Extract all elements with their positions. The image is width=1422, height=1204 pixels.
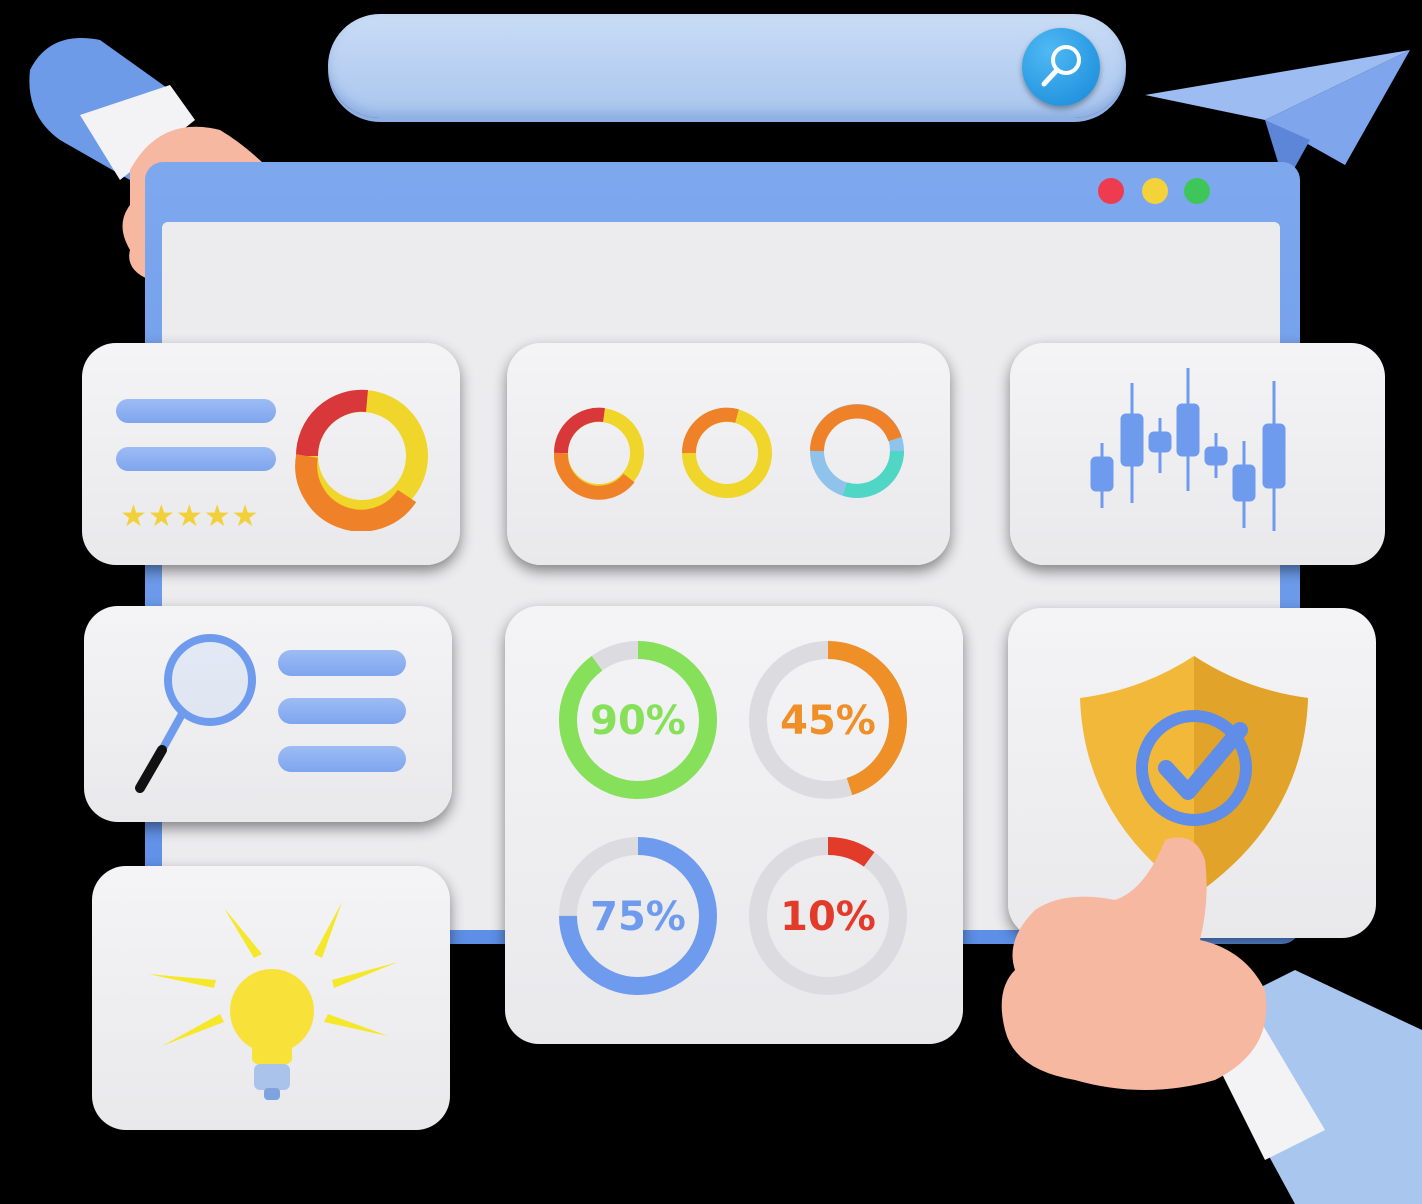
star-icon: ★: [147, 499, 176, 534]
search-bar[interactable]: [328, 14, 1126, 118]
lightbulb-icon: [148, 902, 398, 1100]
progress-ring: 90%: [559, 641, 717, 799]
progress-ring: 10%: [749, 837, 907, 995]
small-ring-icon: [681, 407, 772, 498]
progress-label: 45%: [780, 698, 876, 744]
star-icon: ★: [120, 499, 148, 534]
progress-label: 75%: [590, 894, 686, 940]
rings-card: [507, 343, 950, 565]
progress-label: 10%: [780, 894, 876, 940]
text-line: [116, 399, 276, 423]
text-line: [278, 650, 406, 676]
progress-rings: 90% 45% 75% 10%: [559, 641, 907, 995]
search-icon: [1041, 45, 1081, 87]
idea-card: [92, 866, 450, 1130]
star-rating: ★★★★★: [120, 499, 260, 534]
small-ring-icon: [553, 407, 644, 500]
progress-card: 90% 45% 75% 10%: [505, 606, 963, 1044]
progress-ring: 75%: [559, 837, 717, 995]
search-button[interactable]: [1022, 28, 1100, 106]
candlestick-card: [1010, 343, 1385, 565]
donut-chart-icon: [295, 389, 428, 531]
progress-label: 90%: [590, 698, 686, 744]
candlestick-chart-icon: [1090, 368, 1286, 531]
thumbs-up-hand-icon: [1001, 837, 1422, 1204]
magnifier-icon: [135, 634, 256, 793]
text-line: [116, 447, 276, 471]
window-maximize-button[interactable]: [1184, 178, 1210, 204]
text-line: [278, 746, 406, 772]
progress-ring: 45%: [749, 641, 907, 799]
star-icon: ★: [231, 499, 260, 534]
window-minimize-button[interactable]: [1142, 178, 1168, 204]
small-ring-icon: [810, 404, 904, 498]
text-line: [278, 698, 406, 724]
window-close-button[interactable]: [1098, 178, 1124, 204]
star-icon: ★: [203, 499, 232, 534]
star-icon: ★: [175, 499, 204, 534]
rating-card: ★★★★★: [82, 343, 460, 565]
search-results-card: [84, 606, 452, 822]
